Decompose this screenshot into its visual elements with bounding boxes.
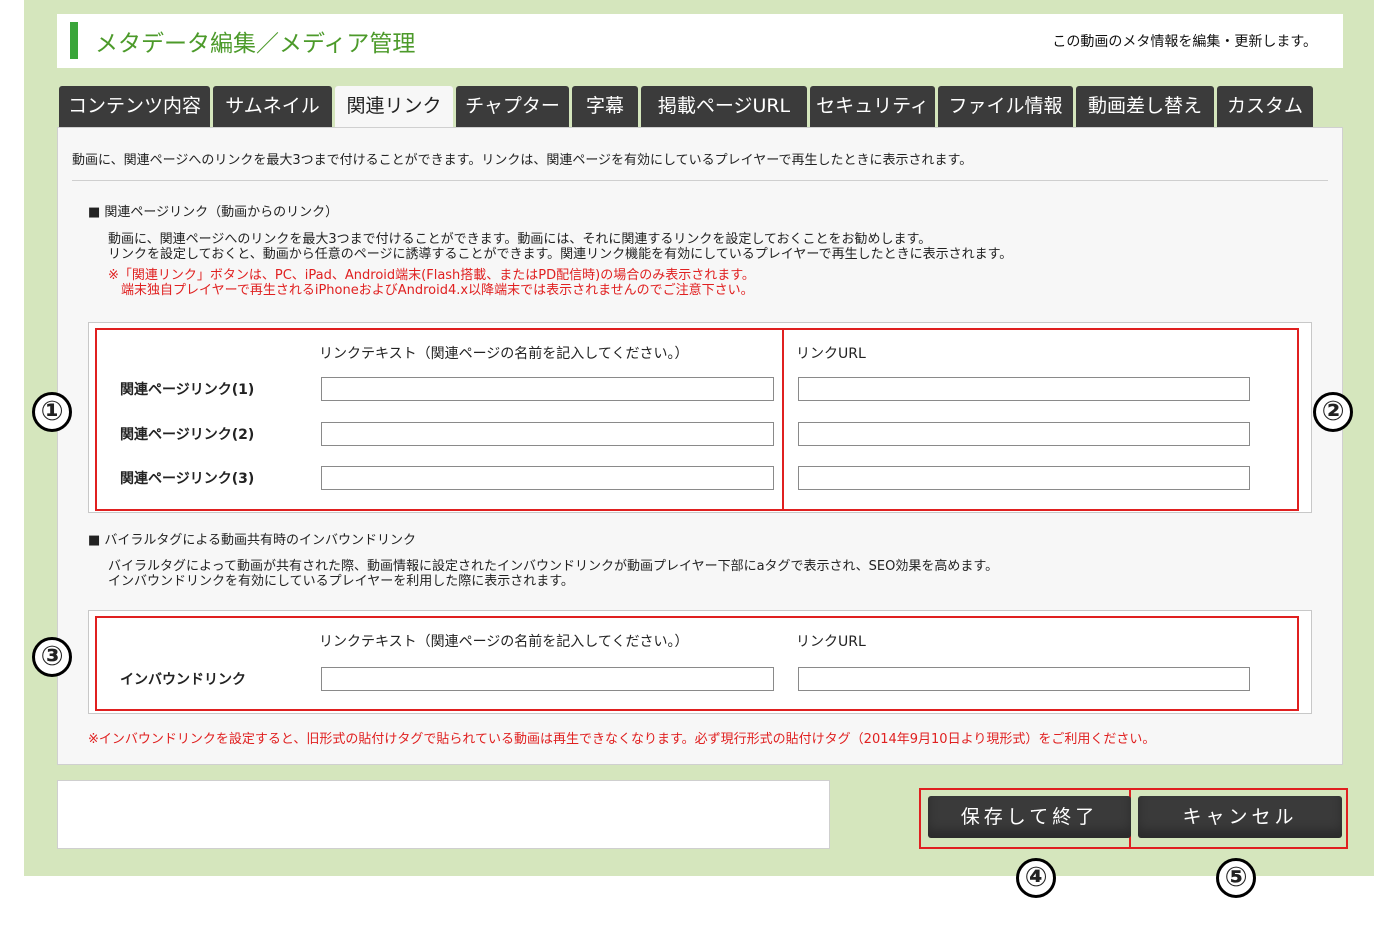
page-title: メタデータ編集／メディア管理 [95,31,416,57]
tab-subtitles[interactable]: 字幕 [572,86,638,127]
marker-3: ③ [32,637,72,677]
tab-security[interactable]: セキュリティ [810,86,935,127]
related-desc-1: 動画に、関連ページへのリンクを最大3つまで付けることができます。動画には、それに… [108,232,932,247]
tab-replace-video[interactable]: 動画差し替え [1076,86,1214,127]
highlight-box-link-url [782,328,1299,511]
related-section-heading: ■ 関連ページリンク（動画からのリンク） [88,205,339,220]
related-note-2: 端末独自プレイヤーで再生されるiPhoneおよびAndroid4.x以降端末では… [108,283,754,298]
highlight-box-link-text [95,328,784,511]
title-accent-bar [70,22,78,59]
inbound-warning-footnote: ※インバウンドリンクを設定すると、旧形式の貼付けタグで貼られている動画は再生でき… [88,732,1156,747]
cancel-button[interactable]: キャンセル [1138,796,1342,838]
page-header: メタデータ編集／メディア管理 この動画のメタ情報を編集・更新します。 [57,14,1343,68]
divider [72,180,1328,181]
marker-5: ⑤ [1216,858,1256,898]
page-description: この動画のメタ情報を編集・更新します。 [1052,34,1317,50]
inbound-desc-1: バイラルタグによって動画が共有された際、動画情報に設定されたインバウンドリンクが… [108,559,999,574]
tab-custom[interactable]: カスタム [1217,86,1313,127]
tab-page-url[interactable]: 掲載ページURL [641,86,807,127]
inbound-section-heading: ■ バイラルタグによる動画共有時のインバウンドリンク [88,533,417,548]
blank-area [57,780,830,849]
marker-2: ② [1313,392,1353,432]
panel-intro: 動画に、関連ページへのリンクを最大3つまで付けることができます。リンクは、関連ペ… [72,153,973,168]
marker-1: ① [32,392,72,432]
tab-related-links[interactable]: 関連リンク [335,86,453,128]
tab-file-info[interactable]: ファイル情報 [938,86,1073,127]
related-note-1: ※「関連リンク」ボタンは、PC、iPad、Android端末(Flash搭載、ま… [108,268,755,283]
tab-thumbnail[interactable]: サムネイル [213,86,332,127]
tab-contents[interactable]: コンテンツ内容 [59,86,210,127]
related-desc-2: リンクを設定しておくと、動画から任意のページに誘導することができます。関連リンク… [108,247,1013,262]
highlight-box-inbound [95,616,1299,711]
marker-4: ④ [1016,858,1056,898]
save-and-finish-button[interactable]: 保存して終了 [928,796,1131,838]
inbound-desc-2: インバウンドリンクを有効にしているプレイヤーを利用した際に表示されます。 [108,574,574,589]
tab-chapter[interactable]: チャプター [456,86,569,127]
